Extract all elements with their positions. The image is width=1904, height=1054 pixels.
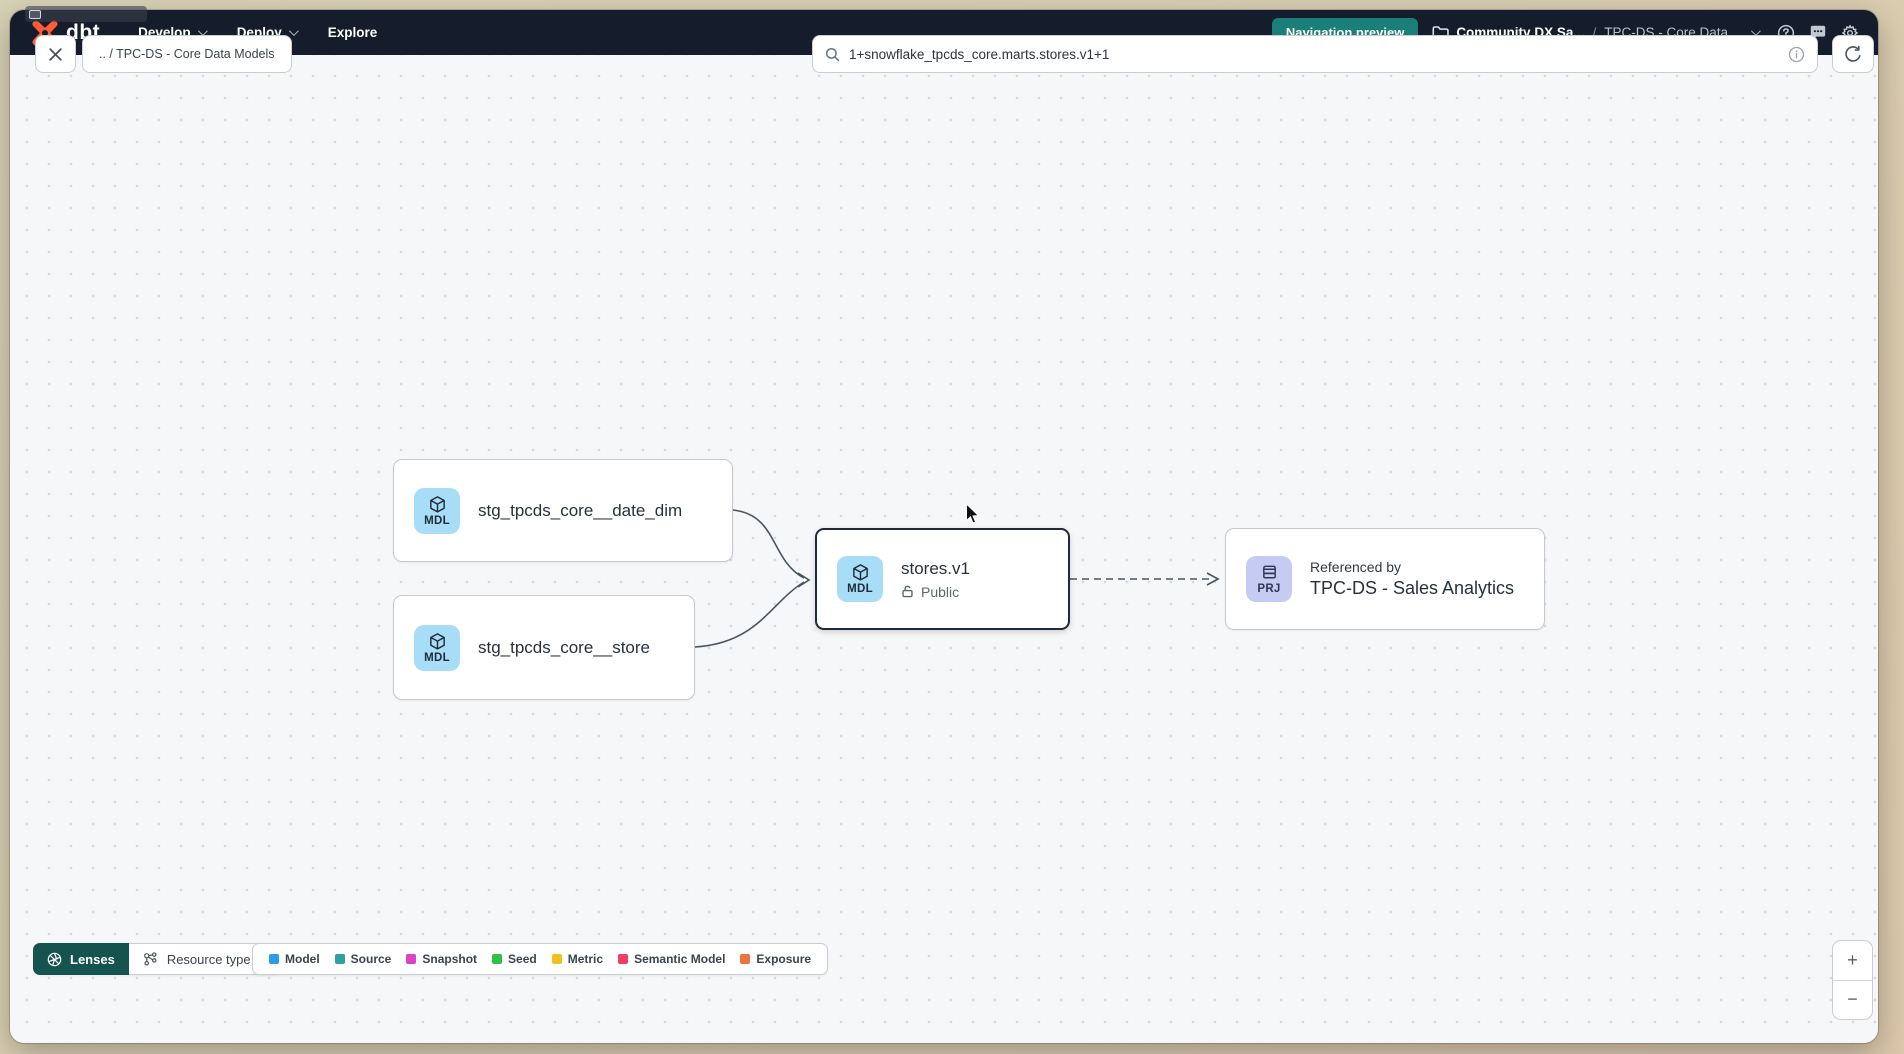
zoom-in-button[interactable]: +: [1833, 941, 1872, 981]
legend-swatch: [618, 954, 628, 964]
refresh-lineage-button[interactable]: [1832, 35, 1874, 73]
legend-label: Model: [285, 952, 320, 966]
legend-swatch: [406, 954, 416, 964]
cube-icon: [428, 495, 447, 514]
legend-label: Snapshot: [422, 952, 477, 966]
node-title: stores.v1: [901, 559, 970, 579]
legend-label: Metric: [568, 952, 603, 966]
node-title: stg_tpcds_core__date_dim: [478, 501, 682, 521]
menu-explore[interactable]: Explore: [316, 17, 390, 48]
lineage-search-bar: [812, 35, 1818, 73]
app-window: dbt Develop Deploy Explore Navigation pr…: [10, 10, 1878, 1043]
legend-item-exposure: Exposure: [740, 952, 811, 966]
legend-swatch: [552, 954, 562, 964]
zoom-out-button[interactable]: −: [1833, 981, 1872, 1020]
access-row: Public: [901, 584, 970, 600]
screen-recording-overlay: [25, 6, 147, 22]
search-icon: [825, 47, 840, 62]
cube-icon: [851, 563, 870, 582]
recording-window-icon: [29, 10, 41, 19]
lenses-aperture-icon: [47, 952, 62, 967]
node-stg-tpcds-core-date-dim[interactable]: MDL stg_tpcds_core__date_dim: [393, 459, 733, 562]
chevron-down-icon: [289, 26, 299, 36]
node-stores-v1-selected[interactable]: MDL stores.v1 Public: [815, 528, 1070, 630]
legend-swatch: [492, 954, 502, 964]
lenses-label: Lenses: [70, 952, 115, 967]
project-badge: PRJ: [1246, 556, 1292, 602]
model-badge: MDL: [414, 488, 460, 534]
legend-label: Seed: [508, 952, 537, 966]
project-title: TPC-DS - Sales Analytics: [1310, 578, 1514, 599]
footer-controls: Lenses Resource type: [33, 943, 282, 975]
legend-item-seed: Seed: [492, 952, 537, 966]
lineage-selector-input[interactable]: [849, 47, 1779, 62]
lineage-path-chip[interactable]: .. / TPC-DS - Core Data Models: [82, 35, 292, 73]
legend-item-source: Source: [335, 952, 392, 966]
legend-item-model: Model: [269, 952, 320, 966]
referenced-by-label: Referenced by: [1310, 559, 1514, 575]
resource-type-legend: Model Source Snapshot Seed Metric Semant…: [252, 943, 828, 975]
node-title: stg_tpcds_core__store: [478, 638, 650, 658]
unlock-icon: [901, 585, 914, 598]
model-badge: MDL: [837, 556, 883, 602]
access-label: Public: [921, 584, 959, 600]
legend-item-snapshot: Snapshot: [406, 952, 477, 966]
badge-label: MDL: [847, 583, 873, 595]
mouse-cursor: [965, 503, 982, 525]
legend-label: Exposure: [756, 952, 811, 966]
close-lineage-button[interactable]: [35, 35, 76, 73]
legend-item-metric: Metric: [552, 952, 603, 966]
legend-swatch: [740, 954, 750, 964]
legend-item-semantic-model: Semantic Model: [618, 952, 725, 966]
node-stg-tpcds-core-store[interactable]: MDL stg_tpcds_core__store: [393, 595, 695, 700]
legend-swatch: [335, 954, 345, 964]
stacked-layers-icon: [1260, 563, 1279, 582]
refresh-icon: [1844, 45, 1862, 63]
badge-label: MDL: [424, 652, 450, 664]
cube-icon: [428, 632, 447, 651]
legend-label: Semantic Model: [634, 952, 725, 966]
badge-label: PRJ: [1257, 583, 1280, 595]
info-icon[interactable]: [1788, 46, 1805, 63]
menu-explore-label: Explore: [328, 25, 378, 40]
close-icon: [48, 47, 63, 62]
resource-type-label: Resource type: [167, 952, 251, 967]
zoom-controls: + −: [1832, 940, 1873, 1020]
model-badge: MDL: [414, 625, 460, 671]
resource-graph-icon: [143, 952, 158, 967]
lenses-button[interactable]: Lenses: [33, 943, 129, 975]
legend-label: Source: [351, 952, 392, 966]
node-referenced-project[interactable]: PRJ Referenced by TPC-DS - Sales Analyti…: [1225, 528, 1545, 630]
legend-swatch: [269, 954, 279, 964]
badge-label: MDL: [424, 515, 450, 527]
